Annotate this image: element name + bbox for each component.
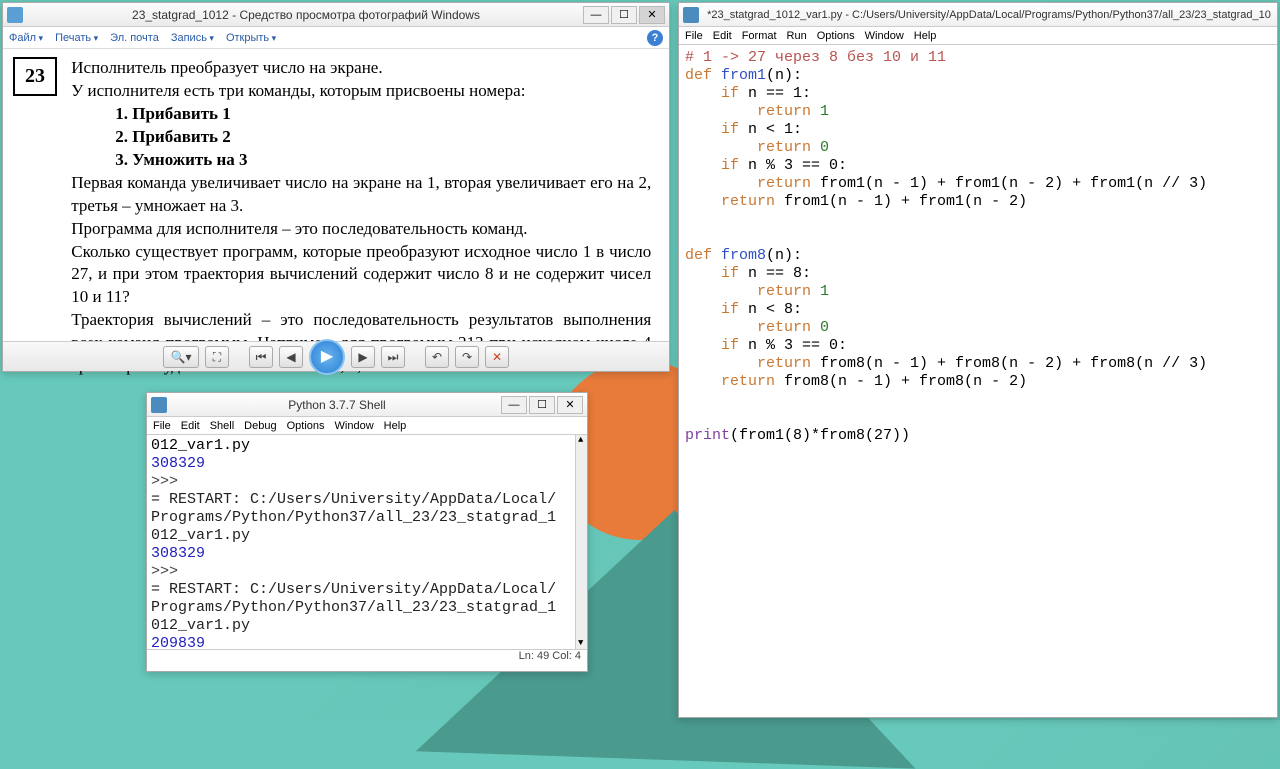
task-p1: Исполнитель преобразует число на экране. [71,57,651,80]
shell-title: Python 3.7.7 Shell [173,398,501,412]
zoom-button[interactable]: 🔍▾ [163,346,199,368]
photo-viewer-window: 23_statgrad_1012 - Средство просмотра фо… [2,2,670,372]
shell-menu-options[interactable]: Options [287,420,325,432]
shell-maximize[interactable]: ☐ [529,396,555,414]
python-icon [151,397,167,413]
cmd1: 1. Прибавить 1 [71,103,651,126]
cmd3: 3. Умножить на 3 [71,149,651,172]
editor-title: *23_statgrad_1012_var1.py - C:/Users/Uni… [705,9,1273,21]
ed-menu-help[interactable]: Help [914,30,937,42]
editor-icon [683,7,699,23]
minimize-button[interactable]: — [583,6,609,24]
photo-content: 23 Исполнитель преобразует число на экра… [3,49,669,386]
last-button[interactable]: ⏭ [381,346,405,368]
editor-titlebar[interactable]: *23_statgrad_1012_var1.py - C:/Users/Uni… [679,3,1277,27]
shell-menu: File Edit Shell Debug Options Window Hel… [147,417,587,435]
editor-menu: File Edit Format Run Options Window Help [679,27,1277,45]
code-editor[interactable]: # 1 -> 27 через 8 без 10 и 11 def from1(… [679,45,1277,449]
shell-controls: — ☐ ✕ [501,396,583,414]
next-button[interactable]: ▶ [351,346,375,368]
photoviewer-menubar: Файл Печать Эл. почта Запись Открыть ? [3,27,669,49]
menu-record[interactable]: Запись [171,32,214,44]
maximize-button[interactable]: ☐ [611,6,637,24]
shell-minimize[interactable]: — [501,396,527,414]
shell-result: 209839 [151,635,583,649]
shell-close[interactable]: ✕ [557,396,583,414]
cmd2: 2. Прибавить 2 [71,126,651,149]
first-button[interactable]: ⏮ [249,346,273,368]
shell-line: 012_var1.py [151,437,583,455]
shell-menu-file[interactable]: File [153,420,171,432]
help-icon[interactable]: ? [647,30,663,46]
rotate-left-button[interactable]: ↶ [425,346,449,368]
shell-restart: = RESTART: C:/Users/University/AppData/L… [151,491,583,509]
task-body: Исполнитель преобразует число на экране.… [71,57,651,378]
actual-size-button[interactable]: ⛶ [205,346,229,368]
window-title: 23_statgrad_1012 - Средство просмотра фо… [29,8,583,22]
scrollbar[interactable] [575,435,587,649]
slideshow-button[interactable]: ▶ [309,339,345,375]
shell-menu-edit[interactable]: Edit [181,420,200,432]
ed-menu-file[interactable]: File [685,30,703,42]
task-p5: Сколько существует программ, которые пре… [71,241,651,310]
shell-menu-help[interactable]: Help [384,420,407,432]
ed-menu-options[interactable]: Options [817,30,855,42]
menu-email[interactable]: Эл. почта [110,32,159,44]
shell-output[interactable]: 012_var1.py 308329 >>> = RESTART: C:/Use… [147,435,587,649]
shell-restart: 012_var1.py [151,527,583,545]
photoviewer-titlebar[interactable]: 23_statgrad_1012 - Средство просмотра фо… [3,3,669,27]
editor-window: *23_statgrad_1012_var1.py - C:/Users/Uni… [678,2,1278,718]
shell-menu-debug[interactable]: Debug [244,420,276,432]
menu-print[interactable]: Печать [55,32,98,44]
task-p4: Программа для исполнителя – это последов… [71,218,651,241]
menu-file[interactable]: Файл [9,32,43,44]
ed-menu-format[interactable]: Format [742,30,777,42]
shell-prompt: >>> [151,473,583,491]
task-p3: Первая команда увеличивает число на экра… [71,172,651,218]
ed-menu-run[interactable]: Run [787,30,807,42]
shell-restart: = RESTART: C:/Users/University/AppData/L… [151,581,583,599]
menu-open[interactable]: Открыть [226,32,276,44]
shell-titlebar[interactable]: Python 3.7.7 Shell — ☐ ✕ [147,393,587,417]
shell-result: 308329 [151,455,583,473]
rotate-right-button[interactable]: ↷ [455,346,479,368]
shell-result: 308329 [151,545,583,563]
delete-button[interactable]: ✕ [485,346,509,368]
shell-restart: 012_var1.py [151,617,583,635]
shell-window: Python 3.7.7 Shell — ☐ ✕ File Edit Shell… [146,392,588,672]
comment: # 1 -> 27 через 8 без 10 и 11 [685,49,946,66]
shell-prompt: >>> [151,563,583,581]
ed-menu-window[interactable]: Window [865,30,904,42]
shell-menu-shell[interactable]: Shell [210,420,234,432]
window-controls: — ☐ ✕ [583,6,665,24]
shell-restart: Programs/Python/Python37/all_23/23_statg… [151,599,583,617]
app-icon [7,7,23,23]
task-p2: У исполнителя есть три команды, которым … [71,80,651,103]
shell-status: Ln: 49 Col: 4 [147,649,587,665]
shell-restart: Programs/Python/Python37/all_23/23_statg… [151,509,583,527]
prev-button[interactable]: ◀ [279,346,303,368]
close-button[interactable]: ✕ [639,6,665,24]
ed-menu-edit[interactable]: Edit [713,30,732,42]
photo-toolbar: 🔍▾ ⛶ ⏮ ◀ ▶ ▶ ⏭ ↶ ↷ ✕ [3,341,669,371]
task-number: 23 [13,57,57,96]
shell-menu-window[interactable]: Window [335,420,374,432]
